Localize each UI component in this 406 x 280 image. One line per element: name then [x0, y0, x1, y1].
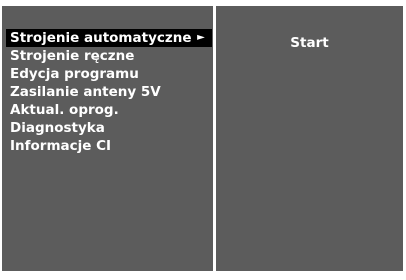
submenu-arrow-icon: ►: [197, 32, 205, 43]
menu-item-label: Zasilanie anteny 5V: [10, 84, 161, 100]
tv-setup-menu: Strojenie automatyczne ► Strojenie ręczn…: [0, 0, 406, 280]
menu-item-antenna-power[interactable]: Zasilanie anteny 5V: [6, 83, 212, 101]
menu-item-software-update[interactable]: Aktual. oprog.: [6, 101, 212, 119]
menu-item-diagnostics[interactable]: Diagnostyka: [6, 119, 212, 137]
menu-item-manual-tuning[interactable]: Strojenie ręczne: [6, 47, 212, 65]
menu-item-label: Edycja programu: [10, 66, 139, 82]
menu-item-label: Informacje CI: [10, 138, 112, 154]
menu-item-label: Strojenie automatyczne: [10, 30, 192, 46]
menu-item-auto-tuning[interactable]: Strojenie automatyczne ►: [6, 29, 212, 47]
start-button[interactable]: Start: [216, 34, 403, 52]
menu-item-label: Strojenie ręczne: [10, 48, 135, 64]
main-menu-panel: Strojenie automatyczne ► Strojenie ręczn…: [2, 6, 213, 271]
submenu-panel: Start: [216, 6, 403, 271]
menu-item-label: Aktual. oprog.: [10, 102, 119, 118]
main-menu-list: Strojenie automatyczne ► Strojenie ręczn…: [6, 29, 212, 155]
menu-item-program-edit[interactable]: Edycja programu: [6, 65, 212, 83]
menu-item-label: Diagnostyka: [10, 120, 105, 136]
menu-item-ci-information[interactable]: Informacje CI: [6, 137, 212, 155]
